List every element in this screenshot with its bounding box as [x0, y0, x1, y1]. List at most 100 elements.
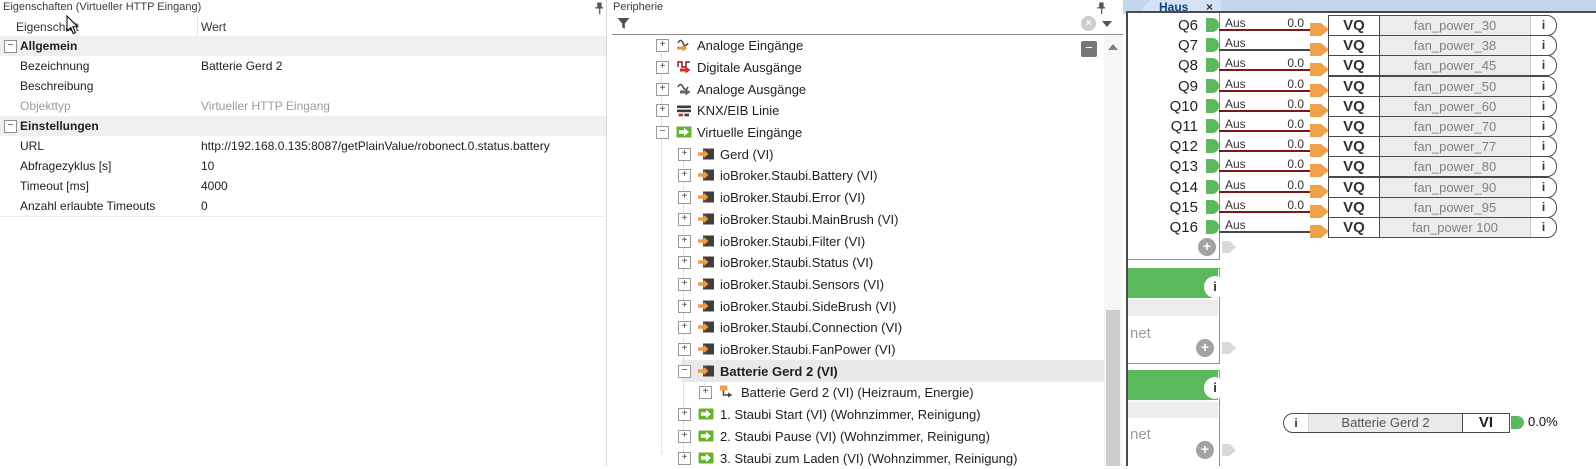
- output-connector[interactable]: [1206, 79, 1219, 93]
- virtual-output-block[interactable]: VQ fan_power_30 i: [1328, 15, 1557, 36]
- tree-item-iobroker-mainbrush[interactable]: + ioBroker.Staubi.MainBrush (VI): [607, 208, 1104, 230]
- expander-icon[interactable]: +: [678, 300, 691, 313]
- collapse-all-button[interactable]: −: [1081, 41, 1097, 57]
- expander-icon[interactable]: +: [656, 104, 669, 117]
- virtual-output-block[interactable]: VQ fan_power_77 i: [1328, 136, 1557, 157]
- virtual-output-block[interactable]: VQ fan_power 100 i: [1328, 217, 1557, 238]
- filter-input[interactable]: [636, 16, 1070, 33]
- output-connector[interactable]: [1206, 99, 1219, 113]
- tree-item-batterie-gerd-2-selected[interactable]: − Batterie Gerd 2 (VI): [607, 360, 1104, 382]
- property-value[interactable]: 4000: [201, 179, 228, 193]
- tree-item-batterie-gerd-2-child[interactable]: + Batterie Gerd 2 (VI) (Heizraum, Energi…: [607, 381, 1104, 403]
- expander-icon[interactable]: +: [678, 321, 691, 334]
- tree-item-virtuelle-eingaenge[interactable]: − Virtuelle Eingänge: [607, 121, 1104, 143]
- tree-item-analoge-eingaenge[interactable]: + Analoge Eingänge: [607, 34, 1104, 56]
- output-connector[interactable]: [1206, 159, 1219, 173]
- expander-icon[interactable]: +: [678, 430, 691, 443]
- program-canvas[interactable]: Q6 Aus 0.0 VQ fan_power_30 i Q7 Aus VQ f…: [1128, 13, 1596, 466]
- info-icon[interactable]: i: [1530, 117, 1556, 136]
- info-icon[interactable]: i: [1530, 36, 1556, 55]
- tree-item-staubi-start[interactable]: + 1. Staubi Start (VI) (Wohnzimmer, Rein…: [607, 403, 1104, 425]
- info-icon[interactable]: i: [1530, 97, 1556, 116]
- virtual-output-block[interactable]: VQ fan_power_60 i: [1328, 96, 1557, 117]
- info-icon[interactable]: i: [1530, 198, 1556, 217]
- expander-icon[interactable]: +: [678, 235, 691, 248]
- info-icon[interactable]: i: [1530, 77, 1556, 96]
- tree-scrollbar[interactable]: [1104, 36, 1122, 466]
- output-connector[interactable]: [1206, 119, 1219, 133]
- tree-item-digitale-ausgaenge[interactable]: + Digitale Ausgänge: [607, 56, 1104, 78]
- add-output-button[interactable]: +: [1198, 238, 1216, 256]
- filter-clear-icon[interactable]: ×: [1081, 16, 1096, 31]
- input-connector-icon[interactable]: [1310, 225, 1329, 238]
- tree-item-iobroker-fanpower[interactable]: + ioBroker.Staubi.FanPower (VI): [607, 338, 1104, 360]
- output-connector[interactable]: [1222, 241, 1236, 253]
- info-icon[interactable]: i: [1530, 218, 1556, 237]
- add-output-button[interactable]: +: [1196, 441, 1214, 459]
- info-icon[interactable]: i: [1530, 16, 1556, 35]
- virtual-output-block[interactable]: VQ fan_power_50 i: [1328, 76, 1557, 97]
- expander-icon[interactable]: +: [678, 343, 691, 356]
- expander-icon[interactable]: +: [678, 256, 691, 269]
- tree-item-iobroker-error[interactable]: + ioBroker.Staubi.Error (VI): [607, 186, 1104, 208]
- expander-icon[interactable]: +: [678, 148, 691, 161]
- tree-item-iobroker-battery[interactable]: + ioBroker.Staubi.Battery (VI): [607, 164, 1104, 186]
- info-icon[interactable]: i: [1204, 377, 1226, 399]
- pin-icon[interactable]: [594, 2, 605, 15]
- tree-item-staubi-pause[interactable]: + 2. Staubi Pause (VI) (Wohnzimmer, Rein…: [607, 425, 1104, 447]
- expander-icon[interactable]: +: [678, 169, 691, 182]
- section-allgemein[interactable]: − Allgemein: [0, 36, 606, 57]
- expander-icon[interactable]: +: [678, 191, 691, 204]
- expander-icon[interactable]: −: [678, 365, 691, 378]
- collapse-section-icon[interactable]: −: [4, 120, 17, 133]
- tree-item-iobroker-sidebrush[interactable]: + ioBroker.Staubi.SideBrush (VI): [607, 295, 1104, 317]
- virtual-output-block[interactable]: VQ fan_power_80 i: [1328, 156, 1557, 177]
- expander-icon[interactable]: +: [656, 83, 669, 96]
- virtual-output-block[interactable]: VQ fan_power_45 i: [1328, 55, 1557, 76]
- output-connector[interactable]: [1206, 180, 1219, 194]
- tree-item-knx-eib-linie[interactable]: + KNX/EIB Linie: [607, 99, 1104, 121]
- virtual-output-block[interactable]: VQ fan_power_95 i: [1328, 197, 1557, 218]
- tree-item-iobroker-status[interactable]: + ioBroker.Staubi.Status (VI): [607, 251, 1104, 273]
- output-connector[interactable]: [1222, 342, 1236, 354]
- tree-item-iobroker-sensors[interactable]: + ioBroker.Staubi.Sensors (VI): [607, 273, 1104, 295]
- expander-icon[interactable]: +: [678, 213, 691, 226]
- add-output-button[interactable]: +: [1196, 339, 1214, 357]
- property-value[interactable]: 0: [201, 199, 208, 213]
- info-icon[interactable]: i: [1530, 157, 1556, 176]
- virtual-input-block[interactable]: i Batterie Gerd 2 VI: [1283, 413, 1510, 433]
- expander-icon[interactable]: +: [678, 452, 691, 465]
- expander-icon[interactable]: +: [678, 408, 691, 421]
- info-icon[interactable]: i: [1204, 276, 1226, 298]
- output-connector[interactable]: [1206, 18, 1219, 32]
- property-value[interactable]: 10: [201, 159, 214, 173]
- virtual-output-block[interactable]: VQ fan_power_90 i: [1328, 177, 1557, 198]
- tree-item-gerd[interactable]: + Gerd (VI): [607, 143, 1104, 165]
- output-connector[interactable]: [1206, 139, 1219, 153]
- output-connector[interactable]: [1206, 58, 1219, 72]
- section-einstellungen[interactable]: − Einstellungen: [0, 116, 606, 137]
- info-icon[interactable]: i: [1284, 414, 1308, 432]
- info-icon[interactable]: i: [1530, 178, 1556, 197]
- expander-icon[interactable]: +: [678, 278, 691, 291]
- filter-dropdown-icon[interactable]: [1102, 21, 1112, 27]
- expander-icon[interactable]: +: [656, 39, 669, 52]
- expander-icon[interactable]: +: [699, 386, 712, 399]
- tree-item-analoge-ausgaenge[interactable]: + Analoge Ausgänge: [607, 78, 1104, 100]
- info-icon[interactable]: i: [1530, 137, 1556, 156]
- info-icon[interactable]: i: [1530, 56, 1556, 75]
- expander-icon[interactable]: +: [656, 61, 669, 74]
- collapse-section-icon[interactable]: −: [4, 40, 17, 53]
- output-connector[interactable]: [1511, 416, 1524, 429]
- scroll-up-icon[interactable]: [1108, 44, 1118, 50]
- tree-item-iobroker-connection[interactable]: + ioBroker.Staubi.Connection (VI): [607, 316, 1104, 338]
- property-value[interactable]: http://192.168.0.135:8087/getPlainValue/…: [201, 139, 550, 153]
- input-connector-icon[interactable]: [1310, 164, 1329, 177]
- expander-icon[interactable]: −: [656, 126, 669, 139]
- tree-item-iobroker-filter[interactable]: + ioBroker.Staubi.Filter (VI): [607, 230, 1104, 252]
- output-connector[interactable]: [1206, 38, 1219, 52]
- scrollbar-thumb[interactable]: [1106, 310, 1120, 466]
- output-connector[interactable]: [1206, 220, 1219, 234]
- virtual-output-block[interactable]: VQ fan_power_38 i: [1328, 35, 1557, 56]
- virtual-output-block[interactable]: VQ fan_power_70 i: [1328, 116, 1557, 137]
